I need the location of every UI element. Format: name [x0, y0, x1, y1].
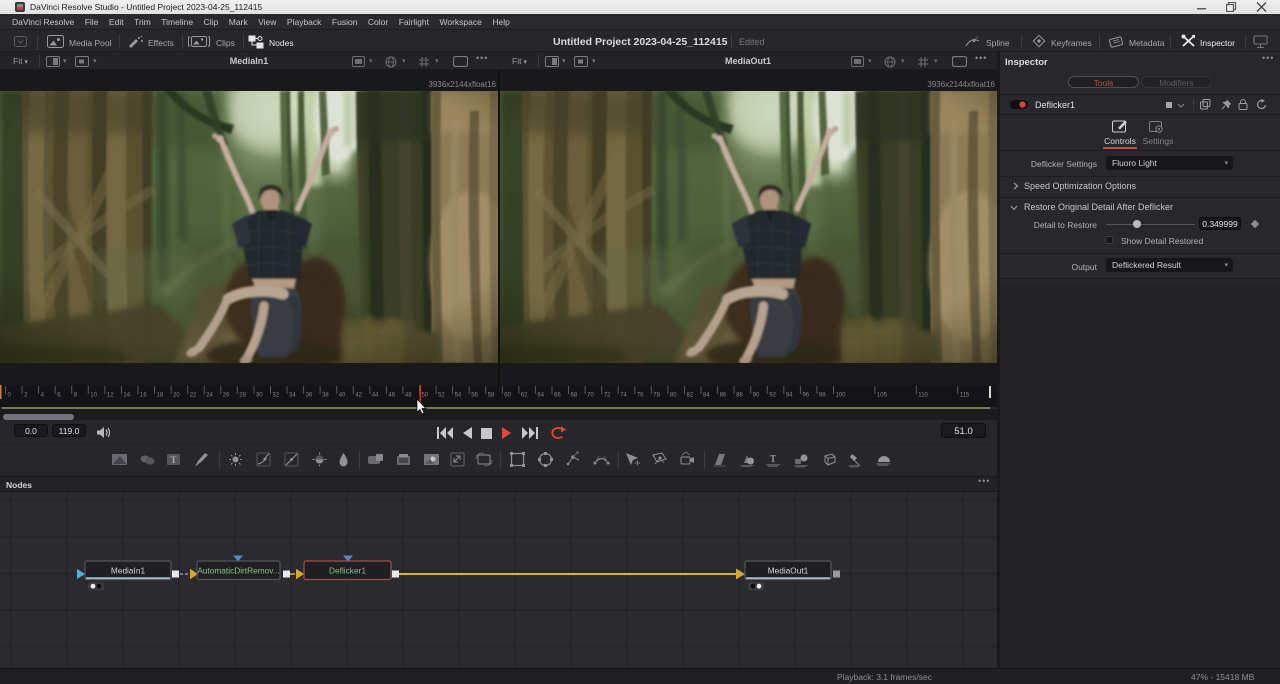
svg-text:34: 34 [289, 393, 296, 399]
svg-text:98: 98 [819, 393, 826, 399]
svg-text:T: T [770, 454, 777, 465]
svg-text:88: 88 [736, 393, 743, 399]
svg-text:T: T [170, 455, 176, 465]
svg-text:62: 62 [521, 393, 528, 399]
svg-text:MediaOut1: MediaOut1 [768, 566, 809, 576]
svg-text:Deflicker1: Deflicker1 [329, 566, 366, 576]
svg-text:92: 92 [769, 393, 776, 399]
svg-text:16: 16 [140, 393, 147, 399]
svg-text:78: 78 [653, 393, 660, 399]
svg-text:18: 18 [157, 393, 164, 399]
svg-text:4: 4 [41, 393, 45, 399]
svg-text:66: 66 [554, 393, 561, 399]
svg-text:54: 54 [455, 393, 462, 399]
svg-text:44: 44 [372, 393, 379, 399]
svg-text:36: 36 [306, 393, 313, 399]
svg-text:48: 48 [405, 393, 412, 399]
svg-text:12: 12 [107, 393, 114, 399]
svg-text:24: 24 [206, 393, 213, 399]
svg-text:46: 46 [388, 393, 395, 399]
svg-text:6: 6 [57, 393, 61, 399]
svg-text:72: 72 [604, 393, 611, 399]
svg-text:96: 96 [802, 393, 809, 399]
svg-text:AutomaticDirtRemov...: AutomaticDirtRemov... [197, 566, 279, 576]
svg-text:38: 38 [322, 393, 329, 399]
svg-text:100: 100 [836, 393, 847, 399]
svg-text:52: 52 [438, 393, 445, 399]
svg-text:20: 20 [173, 393, 180, 399]
svg-text:2: 2 [24, 393, 28, 399]
svg-text:30: 30 [256, 393, 263, 399]
svg-text:8: 8 [74, 393, 78, 399]
svg-text:10: 10 [90, 393, 97, 399]
svg-text:60: 60 [504, 393, 511, 399]
svg-text:14: 14 [123, 393, 130, 399]
svg-text:32: 32 [273, 393, 280, 399]
svg-text:MediaIn1: MediaIn1 [111, 566, 146, 576]
svg-text:86: 86 [720, 393, 727, 399]
svg-text:50: 50 [422, 393, 429, 399]
svg-text:28: 28 [239, 393, 246, 399]
svg-text:74: 74 [620, 393, 627, 399]
svg-text:76: 76 [637, 393, 644, 399]
svg-text:26: 26 [223, 393, 230, 399]
svg-text:94: 94 [786, 393, 793, 399]
svg-text:56: 56 [471, 393, 478, 399]
svg-text:70: 70 [587, 393, 594, 399]
svg-text:58: 58 [488, 393, 495, 399]
svg-text:22: 22 [190, 393, 197, 399]
svg-text:42: 42 [355, 393, 362, 399]
svg-text:90: 90 [753, 393, 760, 399]
svg-text:68: 68 [571, 393, 578, 399]
svg-text:80: 80 [670, 393, 677, 399]
svg-text:110: 110 [918, 393, 928, 399]
svg-text:82: 82 [687, 393, 694, 399]
svg-text:0: 0 [8, 393, 12, 399]
svg-text:84: 84 [703, 393, 710, 399]
svg-text:40: 40 [339, 393, 346, 399]
svg-text:115: 115 [960, 393, 970, 399]
svg-text:64: 64 [537, 393, 544, 399]
svg-text:105: 105 [877, 393, 888, 399]
